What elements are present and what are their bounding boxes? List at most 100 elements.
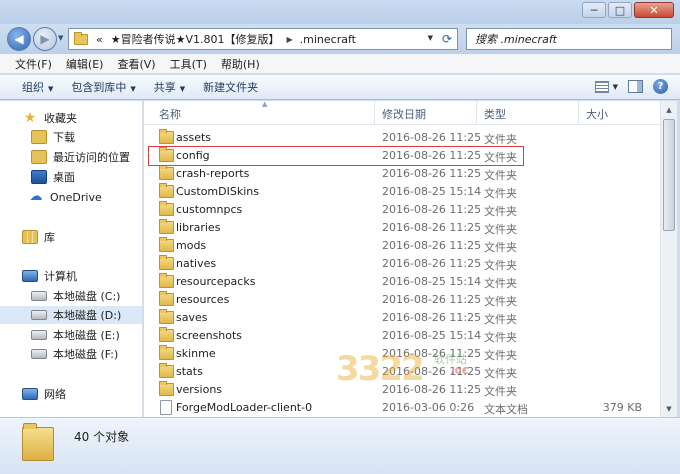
minimize-button[interactable]: ─ <box>582 2 606 18</box>
file-name: mods <box>176 239 207 252</box>
nav-label: 库 <box>44 231 55 244</box>
file-type: 文件夹 <box>484 151 517 164</box>
system-drive-icon <box>31 291 47 301</box>
nav-drive-f[interactable]: 本地磁盘 (F:) <box>31 345 118 363</box>
table-row[interactable]: ForgeModLoader-client-0 2016-03-06 0:26 文本… <box>144 399 660 417</box>
menu-bar: 文件(F) 编辑(E) 查看(V) 工具(T) 帮助(H) <box>0 54 680 74</box>
drive-icon <box>31 349 47 359</box>
file-type: 文件夹 <box>484 349 517 362</box>
table-row[interactable]: natives 2016-08-26 11:25 文件夹 <box>144 255 660 273</box>
file-date: 2016-08-25 15:14 <box>382 185 482 198</box>
folder-icon <box>159 201 174 216</box>
watermark-logo: 3322 <box>336 349 425 389</box>
text-document-icon <box>160 400 172 415</box>
scroll-down-icon[interactable]: ▼ <box>661 400 677 417</box>
close-button[interactable]: ✕ <box>634 2 674 18</box>
organize-button[interactable]: 组织 ▼ <box>14 79 63 95</box>
nav-favorites[interactable]: ★ 收藏夹 <box>22 109 77 127</box>
nav-drive-d[interactable]: 本地磁盘 (D:) <box>0 306 142 324</box>
table-row[interactable]: assets 2016-08-26 11:25 文件夹 <box>144 129 660 147</box>
nav-onedrive[interactable]: ☁ OneDrive <box>28 188 102 206</box>
recent-pages-dropdown[interactable]: ▼ <box>58 34 63 42</box>
column-type[interactable]: 类型 <box>484 106 506 122</box>
file-name: customnpcs <box>176 203 243 216</box>
nav-network[interactable]: 网络 <box>22 385 66 403</box>
file-name: libraries <box>176 221 221 234</box>
file-type: 文件夹 <box>484 331 517 344</box>
file-size: 379 KB <box>602 401 642 414</box>
chevron-down-icon: ▼ <box>179 85 186 93</box>
file-name: CustomDISkins <box>176 185 259 198</box>
nav-recent[interactable]: 最近访问的位置 <box>31 148 130 166</box>
column-divider[interactable] <box>578 101 579 125</box>
column-divider[interactable] <box>374 101 375 125</box>
view-dropdown-icon[interactable]: ▼ <box>613 83 618 91</box>
table-row[interactable]: saves 2016-08-26 11:25 文件夹 <box>144 309 660 327</box>
nav-desktop[interactable]: 桌面 <box>31 168 75 186</box>
menu-file[interactable]: 文件(F) <box>10 56 61 72</box>
file-date: 2016-08-26 11:25 <box>382 239 482 252</box>
file-type: 文件夹 <box>484 259 517 272</box>
folder-icon <box>159 327 174 342</box>
help-icon[interactable]: ? <box>653 79 668 94</box>
table-row[interactable]: config 2016-08-26 11:25 文件夹 <box>144 147 660 165</box>
cloud-icon: ☁ <box>29 189 43 204</box>
maximize-button[interactable]: □ <box>608 2 632 18</box>
sort-ascending-icon: ▲ <box>262 101 268 108</box>
preview-pane-icon[interactable] <box>628 80 643 93</box>
table-row[interactable]: screenshots 2016-08-25 15:14 文件夹 <box>144 327 660 345</box>
new-folder-button[interactable]: 新建文件夹 <box>195 79 268 95</box>
menu-tools[interactable]: 工具(T) <box>165 56 216 72</box>
folder-icon <box>74 31 88 45</box>
table-row[interactable]: customnpcs 2016-08-26 11:25 文件夹 <box>144 201 660 219</box>
include-in-library-button[interactable]: 包含到库中 ▼ <box>63 79 145 95</box>
nav-label: 收藏夹 <box>44 112 77 125</box>
table-row[interactable]: resourcepacks 2016-08-25 15:14 文件夹 <box>144 273 660 291</box>
view-options-icon[interactable] <box>594 80 609 93</box>
command-bar: 组织 ▼ 包含到库中 ▼ 共享 ▼ 新建文件夹 ▼ ? <box>0 75 680 100</box>
file-name: ForgeModLoader-client-0 <box>176 401 313 414</box>
table-row[interactable]: resources 2016-08-26 11:25 文件夹 <box>144 291 660 309</box>
column-name[interactable]: 名称 <box>159 106 181 122</box>
refresh-icon[interactable]: ⟳ <box>442 32 452 46</box>
breadcrumb-overflow[interactable]: « <box>92 33 107 46</box>
file-type: 文件夹 <box>484 205 517 218</box>
nav-label: OneDrive <box>50 190 102 204</box>
menu-view[interactable]: 查看(V) <box>112 56 164 72</box>
menu-help[interactable]: 帮助(H) <box>216 56 269 72</box>
nav-computer[interactable]: 计算机 <box>22 267 77 285</box>
address-dropdown[interactable]: ▼ <box>428 34 433 42</box>
back-button[interactable]: ◀ <box>7 27 31 51</box>
scroll-up-icon[interactable]: ▲ <box>661 101 677 118</box>
table-row[interactable]: crash-reports 2016-08-26 11:25 文件夹 <box>144 165 660 183</box>
breadcrumb-current[interactable]: .minecraft <box>296 33 360 46</box>
share-button[interactable]: 共享 ▼ <box>146 79 195 95</box>
table-row[interactable]: CustomDISkins 2016-08-25 15:14 文件夹 <box>144 183 660 201</box>
desktop-icon <box>31 170 47 184</box>
file-type: 文件夹 <box>484 385 517 398</box>
vertical-scrollbar[interactable]: ▲ ▼ <box>660 101 677 417</box>
file-name: assets <box>176 131 212 144</box>
table-row[interactable]: mods 2016-08-26 11:25 文件夹 <box>144 237 660 255</box>
forward-button[interactable]: ▶ <box>33 27 57 51</box>
nav-drive-c[interactable]: 本地磁盘 (C:) <box>31 287 120 305</box>
column-divider[interactable] <box>476 101 477 125</box>
column-date[interactable]: 修改日期 <box>382 106 426 122</box>
folder-icon <box>159 273 174 288</box>
table-row[interactable]: libraries 2016-08-26 11:25 文件夹 <box>144 219 660 237</box>
nav-drive-e[interactable]: 本地磁盘 (E:) <box>31 326 120 344</box>
scroll-thumb[interactable] <box>663 119 675 231</box>
search-input[interactable]: 搜索 .minecraft <box>466 28 672 50</box>
menu-edit[interactable]: 编辑(E) <box>61 56 113 72</box>
file-type: 文件夹 <box>484 295 517 308</box>
download-folder-icon <box>31 130 47 144</box>
breadcrumb-parent[interactable]: ★冒险者传说★V1.801【修复版】 <box>107 31 284 47</box>
nav-downloads[interactable]: 下载 <box>31 128 75 146</box>
file-date: 2016-08-26 11:25 <box>382 257 482 270</box>
nav-libraries[interactable]: 库 <box>22 228 55 246</box>
column-size[interactable]: 大小 <box>586 106 608 122</box>
chevron-right-icon[interactable]: ▶ <box>283 35 295 44</box>
folder-icon <box>159 309 174 324</box>
address-bar[interactable]: « ★冒险者传说★V1.801【修复版】 ▶ .minecraft ▼ ⟳ <box>68 28 458 50</box>
item-count: 40 个对象 <box>74 430 130 444</box>
